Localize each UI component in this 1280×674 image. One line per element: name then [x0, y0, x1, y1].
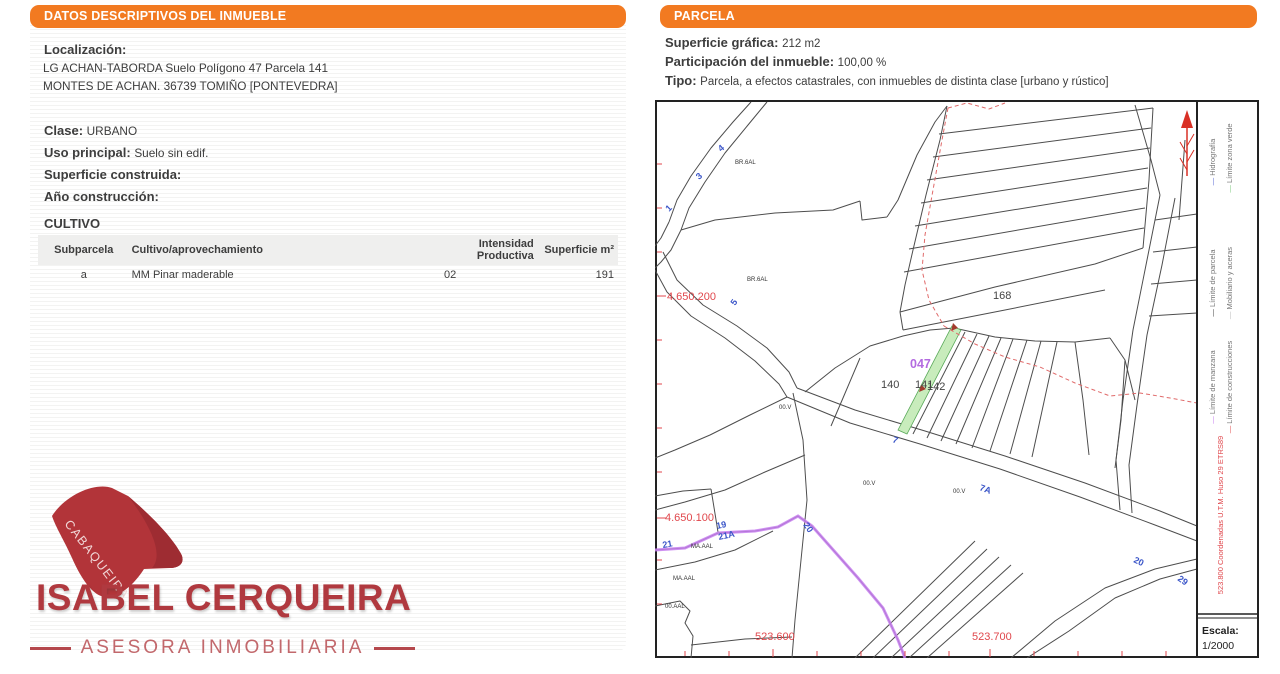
land-code: 00.V	[779, 405, 791, 411]
tipo-value: Parcela, a efectos catastrales, con inmu…	[700, 76, 1108, 88]
legend-parcela: Límite de parcela	[1208, 249, 1217, 307]
col-cultivo: Cultivo/aprovechamiento	[130, 235, 423, 265]
left-panel: DATOS DESCRIPTIVOS DEL INMUEBLE Localiza…	[30, 5, 626, 651]
legend-swatch-manzana: —	[1208, 416, 1217, 424]
tipo-label: Tipo:	[665, 73, 697, 88]
land-code: 00.V	[863, 481, 875, 487]
tagline-text: ASESORA INMOBILIARIA	[81, 637, 365, 659]
cultivo-header-row: Subparcela Cultivo/aprovechamiento Inten…	[38, 235, 618, 265]
legend-hidrografia: Hidrografía	[1208, 138, 1217, 176]
land-code: 00.V	[953, 489, 965, 495]
uso-label: Uso principal:	[44, 145, 131, 160]
coord-label-east1: 523.600	[755, 631, 795, 643]
uso-value: Suelo sin edif.	[134, 146, 208, 160]
anio-label: Año construcción:	[44, 189, 159, 204]
parcel-142-label: 142	[927, 381, 945, 393]
svg-text:— Límite de manzana: — Límite de manzana	[1208, 349, 1217, 423]
road-number: 19	[715, 519, 727, 531]
scale-label: Escala:	[1202, 625, 1239, 637]
superficie-label: Superficie construida:	[44, 167, 181, 182]
road-number: 21	[662, 538, 674, 550]
tipo-row: Tipo: Parcela, a efectos catastrales, co…	[660, 73, 1257, 88]
participacion-value: 100,00 %	[838, 57, 887, 69]
participacion-label: Participación del inmueble:	[665, 54, 834, 69]
svg-text:— Límite zona verde: — Límite zona verde	[1225, 123, 1234, 192]
location-line2: MONTES DE ACHAN. 36739 TOMIÑO [PONTEVEDR…	[30, 79, 626, 93]
legend-swatch-hidrografia: —	[1208, 177, 1217, 185]
poligono-047-label: 047	[910, 357, 931, 371]
logo-name: ISABEL CERQUEIRA	[36, 577, 411, 619]
table-row: a MM Pinar maderable 02 191	[38, 265, 618, 285]
superficie-grafica-row: Superficie gráfica: 212 m2	[660, 35, 1257, 50]
tagline-left-rule	[30, 647, 71, 650]
cadastral-map-svg: 4.650.200 4.650.100 523.600 523.700 168 …	[655, 100, 1259, 658]
coords-note: 523.800 Coordenadas U.T.M. Huso 29 ETRS8…	[1216, 436, 1225, 594]
cadastral-map: 4.650.200 4.650.100 523.600 523.700 168 …	[655, 100, 1259, 658]
svg-text:— Mobiliario y aceras: — Mobiliario y aceras	[1225, 247, 1234, 319]
logo-tagline: ASESORA INMOBILIARIA	[30, 637, 415, 659]
svg-text:— Límite de parcela: — Límite de parcela	[1208, 249, 1217, 317]
anio-row: Año construcción:	[30, 189, 626, 204]
cultivo-title: CULTIVO	[44, 216, 626, 231]
col-subparcela: Subparcela	[38, 235, 130, 265]
left-panel-body: Localización: LG ACHAN-TABORDA Suelo Pol…	[30, 22, 626, 651]
scale-value: 1/2000	[1202, 640, 1234, 652]
svg-text:— Hidrografía: — Hidrografía	[1208, 138, 1217, 186]
cultivo-table: Subparcela Cultivo/aprovechamiento Inten…	[38, 235, 618, 285]
location-line1: LG ACHAN-TABORDA Suelo Polígono 47 Parce…	[30, 61, 626, 75]
legend-swatch-mobiliario: —	[1225, 311, 1234, 319]
land-code: MA.AAL	[673, 576, 696, 582]
legend-swatch-parcela: —	[1208, 309, 1217, 317]
superficie-grafica-label: Superficie gráfica:	[665, 35, 778, 50]
superficie-row: Superficie construida:	[30, 167, 626, 182]
cultivo-block: CULTIVO	[30, 216, 626, 231]
land-code: BR.6AL	[747, 277, 768, 283]
clase-value: URBANO	[87, 124, 137, 138]
cell-intensidad: 02	[423, 265, 536, 285]
right-panel-body: Superficie gráfica: 212 m2 Participación…	[660, 22, 1257, 92]
location-label: Localización:	[44, 42, 626, 57]
land-code: MA.AAL	[691, 544, 714, 550]
parcel-140-label: 140	[881, 379, 899, 391]
legend-manzana: Límite de manzana	[1208, 349, 1217, 414]
svg-text:— Límite de construcciones: — Límite de construcciones	[1225, 340, 1234, 433]
tagline-right-rule	[374, 647, 415, 650]
clase-label: Clase:	[44, 123, 83, 138]
right-panel: PARCELA Superficie gráfica: 212 m2 Parti…	[660, 5, 1257, 92]
legend-swatch-zona-verde: —	[1225, 185, 1234, 193]
right-panel-header: PARCELA	[660, 5, 1257, 28]
agency-logo: CABAQUEIRA ISABEL CERQUEIRA ASESORA INMO…	[30, 474, 450, 674]
cell-superficie: 191	[536, 265, 618, 285]
left-panel-header: DATOS DESCRIPTIVOS DEL INMUEBLE	[30, 5, 626, 28]
legend-zona-verde: Límite zona verde	[1225, 123, 1234, 183]
location-block: Localización:	[30, 42, 626, 57]
coord-label-north1: 4.650.200	[667, 291, 716, 303]
parcel-168-label: 168	[993, 290, 1011, 302]
coord-label-east2: 523.700	[972, 631, 1012, 643]
superficie-grafica-value: 212 m2	[782, 38, 820, 50]
clase-row: Clase: URBANO	[30, 123, 626, 138]
land-code: 00.AAL	[665, 604, 685, 610]
participacion-row: Participación del inmueble: 100,00 %	[660, 54, 1257, 69]
legend-construcciones: Límite de construcciones	[1225, 340, 1234, 423]
col-superficie: Superficie m²	[536, 235, 618, 265]
coord-label-north2: 4.650.100	[665, 512, 714, 524]
cell-cultivo: MM Pinar maderable	[130, 265, 423, 285]
legend-swatch-construcciones: —	[1225, 425, 1234, 433]
legend-mobiliario: Mobiliario y aceras	[1225, 247, 1234, 310]
uso-row: Uso principal: Suelo sin edif.	[30, 145, 626, 160]
cell-subparcela: a	[38, 265, 130, 285]
col-intensidad: Intensidad Productiva	[423, 235, 536, 265]
map-frame	[656, 101, 1258, 657]
land-code: BR.6AL	[735, 160, 756, 166]
